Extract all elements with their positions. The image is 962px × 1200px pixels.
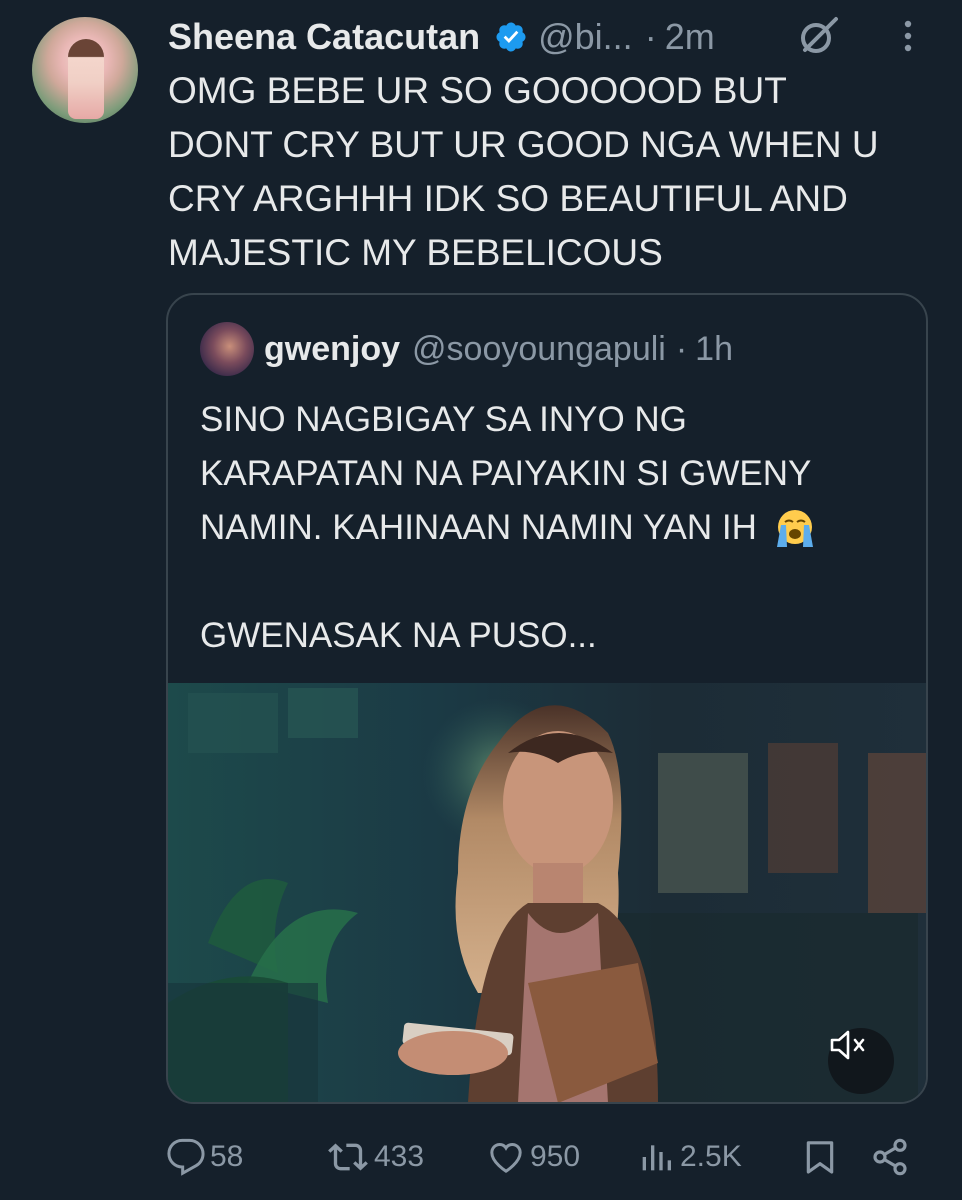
views-chart-icon — [642, 1145, 671, 1171]
heart-icon — [490, 1142, 522, 1173]
quoted-author-avatar[interactable] — [200, 322, 254, 376]
separator-dot: · — [644, 16, 657, 57]
more-options-icon[interactable] — [890, 16, 926, 56]
tweet-text: OMG BEBE UR SO GOOOOOD BUT DONT CRY BUT … — [168, 70, 879, 273]
quoted-separator-dot: · — [675, 329, 688, 368]
like-button[interactable]: 950 — [486, 1134, 580, 1180]
views-count: 2.5K — [680, 1140, 742, 1173]
author-avatar[interactable] — [32, 17, 138, 123]
quoted-tweet-card[interactable]: gwenjoy @sooyoungapuli · 1h SINO NAGBIGA… — [166, 293, 928, 1104]
author-name[interactable]: Sheena Catacutan — [168, 16, 480, 58]
quoted-tweet-text-tail: GWENASAK NA PUSO... — [200, 616, 597, 655]
quoted-tweet-timestamp[interactable]: 1h — [695, 330, 733, 369]
views-button[interactable]: 2.5K — [636, 1134, 742, 1180]
verified-badge-icon — [496, 22, 526, 52]
author-handle[interactable]: @bi... — [538, 16, 633, 58]
grok-icon[interactable] — [796, 14, 840, 58]
loudly-crying-face-icon — [776, 510, 813, 547]
speaker-muted-icon — [830, 1030, 865, 1060]
quoted-author-handle[interactable]: @sooyoungapuli — [412, 330, 666, 369]
tweet-timestamp[interactable]: 2m — [665, 16, 715, 58]
quoted-author-name[interactable]: gwenjoy — [264, 330, 400, 369]
quoted-tweet-header: gwenjoy @sooyoungapuli · 1h — [264, 328, 733, 370]
bookmark-button[interactable] — [800, 1134, 844, 1180]
video-frame — [168, 688, 926, 1102]
reply-icon — [167, 1138, 205, 1176]
share-icon — [873, 1138, 907, 1176]
repost-count: 433 — [374, 1140, 425, 1173]
quoted-tweet-text-main: SINO NAGBIGAY SA INYO NG KARAPATAN NA PA… — [200, 400, 812, 547]
video-player[interactable] — [168, 683, 926, 1102]
bookmark-icon — [806, 1141, 834, 1174]
quoted-tweet-text: SINO NAGBIGAY SA INYO NG KARAPATAN NA PA… — [200, 393, 900, 663]
share-button[interactable] — [870, 1134, 914, 1180]
tweet-actions-bar: 58 433 950 2.5K — [166, 1134, 928, 1180]
tweet-header: Sheena Catacutan @bi... · 2m — [168, 14, 715, 60]
reply-count: 58 — [210, 1140, 244, 1173]
reply-button[interactable]: 58 — [166, 1134, 243, 1180]
repost-icon — [328, 1143, 368, 1171]
mute-button[interactable] — [828, 1028, 894, 1094]
like-count: 950 — [530, 1140, 581, 1173]
repost-button[interactable]: 433 — [326, 1134, 424, 1180]
